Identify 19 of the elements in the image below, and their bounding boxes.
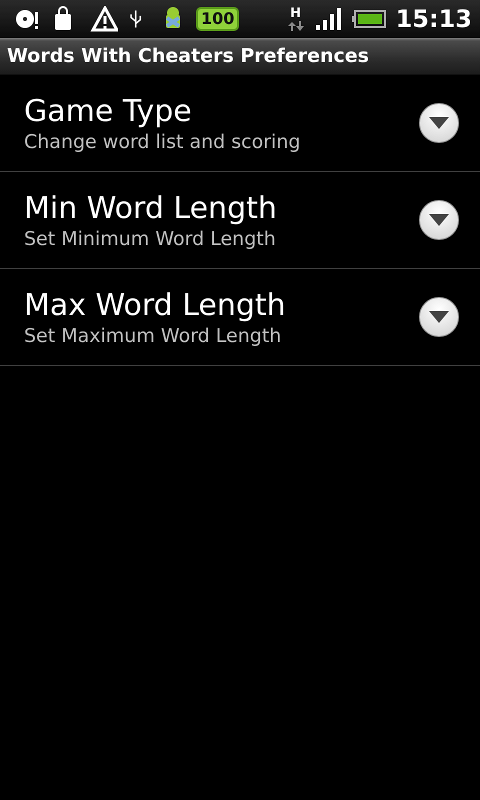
preference-title: Min Word Length xyxy=(24,190,278,226)
caret-icon xyxy=(429,214,449,226)
dropdown-button[interactable] xyxy=(419,200,459,240)
dropdown-button[interactable] xyxy=(419,297,459,337)
window-title: Words With Cheaters Preferences xyxy=(7,45,369,67)
clock: 15:13 xyxy=(396,5,472,33)
dropdown-button[interactable] xyxy=(419,103,459,143)
notification-badge: 100 xyxy=(196,7,240,31)
preference-title: Max Word Length xyxy=(24,288,287,322)
battery-icon xyxy=(352,10,386,28)
signal-icon xyxy=(316,8,342,30)
preference-summary: Set Minimum Word Length xyxy=(24,228,277,250)
caret-icon xyxy=(429,117,449,129)
caret-icon xyxy=(429,311,449,323)
preference-summary: Set Maximum Word Length xyxy=(24,324,282,346)
preference-summary: Change word list and scoring xyxy=(24,130,302,152)
preference-title: Game Type xyxy=(24,94,193,128)
network-type: H xyxy=(290,7,302,21)
data-arrows-icon xyxy=(286,21,306,31)
